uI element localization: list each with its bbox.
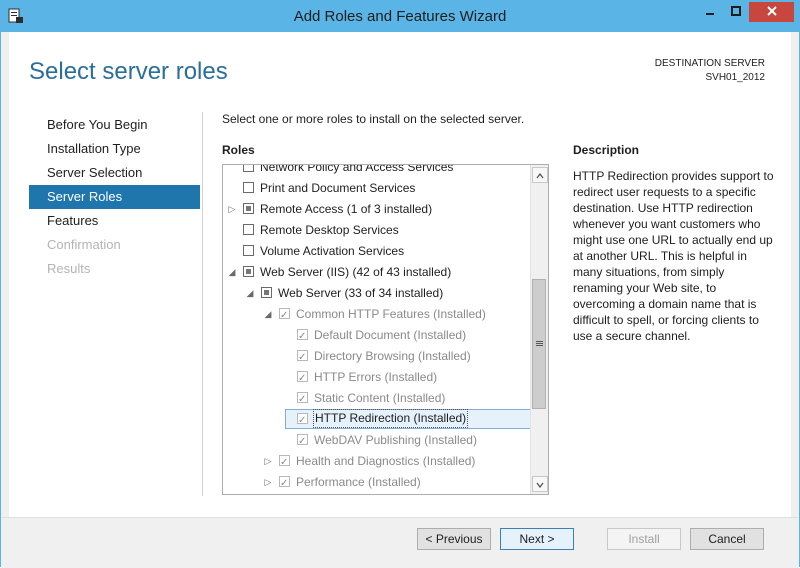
role-tree-item[interactable]: Default Document (Installed) bbox=[223, 325, 531, 347]
wizard-footer: < Previous Next > Install Cancel bbox=[1, 517, 799, 568]
role-tree-item[interactable]: ▷ Health and Diagnostics (Installed) bbox=[223, 451, 531, 473]
role-label: Web Server (IIS) (42 of 43 installed) bbox=[260, 265, 452, 279]
role-tree-item[interactable]: ◢ Common HTTP Features (Installed) bbox=[223, 304, 531, 326]
role-checkbox[interactable] bbox=[279, 305, 290, 326]
role-checkbox[interactable] bbox=[297, 347, 308, 368]
role-label: HTTP Redirection (Installed) bbox=[312, 409, 469, 428]
role-checkbox[interactable] bbox=[243, 203, 254, 214]
collapsed-arrow-icon[interactable]: ▷ bbox=[262, 451, 274, 472]
nav-divider bbox=[202, 112, 203, 496]
role-tree-item[interactable]: Remote Desktop Services bbox=[223, 220, 531, 241]
description-text: HTTP Redirection provides support to red… bbox=[573, 169, 774, 343]
collapsed-arrow-icon[interactable]: ▷ bbox=[226, 199, 238, 220]
window-title: Add Roles and Features Wizard bbox=[293, 8, 507, 25]
role-label: WebDAV Publishing (Installed) bbox=[314, 433, 477, 447]
role-tree-item[interactable]: Network Policy and Access Services bbox=[223, 164, 531, 178]
minimize-icon bbox=[705, 5, 715, 19]
role-tree-item[interactable]: ▷ Remote Access (1 of 3 installed) bbox=[223, 199, 531, 220]
title-bar[interactable]: Add Roles and Features Wizard bbox=[1, 1, 799, 32]
close-button[interactable] bbox=[749, 2, 794, 22]
role-label: Default Document (Installed) bbox=[314, 328, 467, 342]
instruction-text: Select one or more roles to install on t… bbox=[222, 112, 525, 126]
role-checkbox[interactable] bbox=[243, 245, 254, 256]
wizard-window: Add Roles and Features Wizard Select ser… bbox=[0, 0, 800, 568]
minimize-button[interactable] bbox=[697, 2, 723, 22]
roles-heading: Roles bbox=[222, 143, 255, 157]
nav-item-installation-type[interactable]: Installation Type bbox=[29, 137, 200, 161]
role-label: Remote Access (1 of 3 installed) bbox=[260, 202, 433, 216]
role-checkbox[interactable] bbox=[279, 452, 290, 473]
nav-item-confirmation: Confirmation bbox=[47, 237, 121, 252]
maximize-icon bbox=[731, 5, 741, 19]
nav-item-server-selection[interactable]: Server Selection bbox=[29, 161, 200, 185]
role-checkbox[interactable] bbox=[297, 431, 308, 452]
expanded-arrow-icon[interactable]: ◢ bbox=[262, 304, 274, 325]
expanded-arrow-icon[interactable]: ◢ bbox=[226, 262, 238, 283]
role-checkbox[interactable] bbox=[297, 389, 308, 410]
roles-tree[interactable]: Network Policy and Access Services Print … bbox=[222, 164, 549, 495]
role-tree-item[interactable]: ▷ Performance (Installed) bbox=[223, 472, 531, 494]
role-tree-item[interactable]: Directory Browsing (Installed) bbox=[223, 346, 531, 368]
role-label: Remote Desktop Services bbox=[260, 223, 399, 237]
role-tree-item[interactable]: Print and Document Services bbox=[223, 178, 531, 199]
description-heading: Description bbox=[573, 143, 640, 157]
role-tree-item[interactable]: HTTP Redirection (Installed) bbox=[223, 409, 531, 431]
role-label: Health and Diagnostics (Installed) bbox=[296, 454, 476, 468]
wizard-nav: Before You Begin Installation Type Serve… bbox=[29, 113, 200, 281]
role-checkbox[interactable] bbox=[261, 287, 272, 298]
role-checkbox[interactable] bbox=[297, 368, 308, 389]
role-checkbox[interactable] bbox=[243, 182, 254, 193]
role-tree-item[interactable]: HTTP Errors (Installed) bbox=[223, 367, 531, 389]
chevron-up-icon bbox=[536, 168, 544, 182]
role-checkbox[interactable] bbox=[279, 473, 290, 494]
role-label: Network Policy and Access Services bbox=[260, 164, 454, 174]
roles-scrollbar[interactable] bbox=[530, 165, 548, 494]
role-tree-item[interactable]: ◢ Web Server (IIS) (42 of 43 installed) bbox=[223, 262, 531, 283]
next-button[interactable]: Next > bbox=[500, 528, 574, 550]
role-checkbox[interactable] bbox=[243, 224, 254, 235]
nav-item-results: Results bbox=[47, 261, 91, 276]
role-label: Print and Document Services bbox=[260, 181, 416, 195]
roles-tree-rows: Network Policy and Access Services Print … bbox=[223, 164, 531, 494]
scroll-down-button[interactable] bbox=[532, 476, 548, 492]
role-label: Performance (Installed) bbox=[296, 475, 421, 489]
scroll-up-button[interactable] bbox=[532, 167, 548, 183]
role-tree-item[interactable]: Volume Activation Services bbox=[223, 241, 531, 262]
chevron-down-icon bbox=[536, 477, 544, 491]
destination-server-name: SVH01_2012 bbox=[705, 72, 766, 83]
nav-item-features[interactable]: Features bbox=[29, 209, 200, 233]
install-button: Install bbox=[607, 528, 681, 550]
role-label: Static Content (Installed) bbox=[314, 391, 446, 405]
maximize-button[interactable] bbox=[723, 2, 749, 22]
nav-item-before-you-begin[interactable]: Before You Begin bbox=[29, 113, 200, 137]
role-label: Common HTTP Features (Installed) bbox=[296, 307, 486, 321]
role-checkbox[interactable] bbox=[297, 326, 308, 347]
close-icon bbox=[766, 5, 777, 19]
role-label: Volume Activation Services bbox=[260, 244, 405, 258]
expanded-arrow-icon[interactable]: ◢ bbox=[244, 283, 256, 304]
role-label: Web Server (33 of 34 installed) bbox=[278, 286, 444, 300]
scroll-thumb[interactable] bbox=[532, 279, 546, 409]
cancel-button[interactable]: Cancel bbox=[690, 528, 764, 550]
role-label: Directory Browsing (Installed) bbox=[314, 349, 471, 363]
role-checkbox[interactable] bbox=[297, 410, 308, 431]
role-checkbox[interactable] bbox=[243, 266, 254, 277]
destination-server-label: DESTINATION SERVER bbox=[654, 58, 765, 69]
nav-item-server-roles[interactable]: Server Roles bbox=[29, 185, 200, 209]
wizard-content: Select server roles DESTINATION SERVER S… bbox=[9, 32, 791, 517]
page-title: Select server roles bbox=[29, 58, 228, 85]
role-tree-item[interactable]: WebDAV Publishing (Installed) bbox=[223, 430, 531, 452]
role-tree-item[interactable]: ◢ Web Server (33 of 34 installed) bbox=[223, 283, 531, 304]
role-label: HTTP Errors (Installed) bbox=[314, 370, 438, 384]
role-checkbox[interactable] bbox=[243, 165, 254, 172]
role-tree-item[interactable]: Static Content (Installed) bbox=[223, 388, 531, 410]
grip-icon bbox=[535, 339, 543, 349]
previous-button[interactable]: < Previous bbox=[417, 528, 491, 550]
collapsed-arrow-icon[interactable]: ▷ bbox=[262, 472, 274, 493]
